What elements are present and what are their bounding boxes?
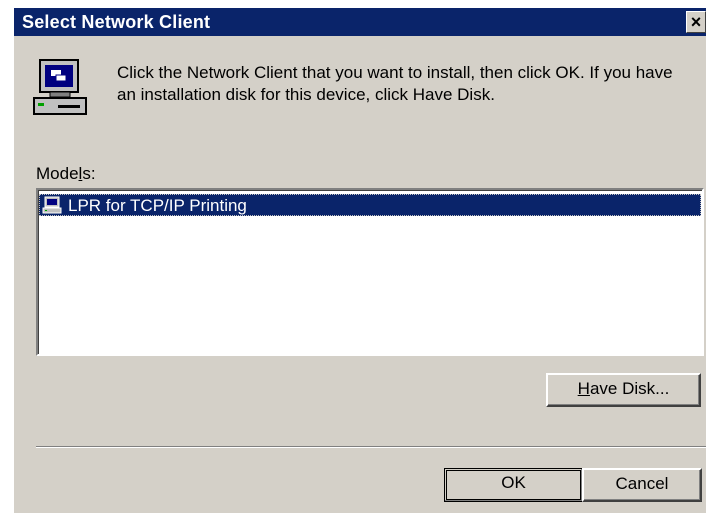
models-listbox[interactable]: LPR for TCP/IP Printing [36, 188, 704, 356]
list-item-lpr-tcpip-printing[interactable]: LPR for TCP/IP Printing [39, 194, 701, 216]
have-disk-button[interactable]: Have Disk... [546, 373, 701, 407]
ok-button[interactable]: OK [444, 468, 583, 502]
network-computer-icon [42, 196, 62, 214]
instruction-text: Click the Network Client that you want t… [117, 63, 673, 104]
dialog-title: Select Network Client [22, 12, 211, 32]
select-network-client-dialog: Select Network Client × Click the Networ… [14, 8, 706, 513]
cancel-button[interactable]: Cancel [582, 468, 702, 502]
title-bar[interactable]: Select Network Client × [14, 8, 706, 36]
close-icon: × [690, 12, 702, 32]
network-computer-icon [33, 59, 87, 115]
models-label: Models: [36, 164, 96, 183]
close-button[interactable]: × [686, 11, 706, 33]
list-item-label: LPR for TCP/IP Printing [68, 196, 247, 215]
separator [36, 446, 706, 448]
